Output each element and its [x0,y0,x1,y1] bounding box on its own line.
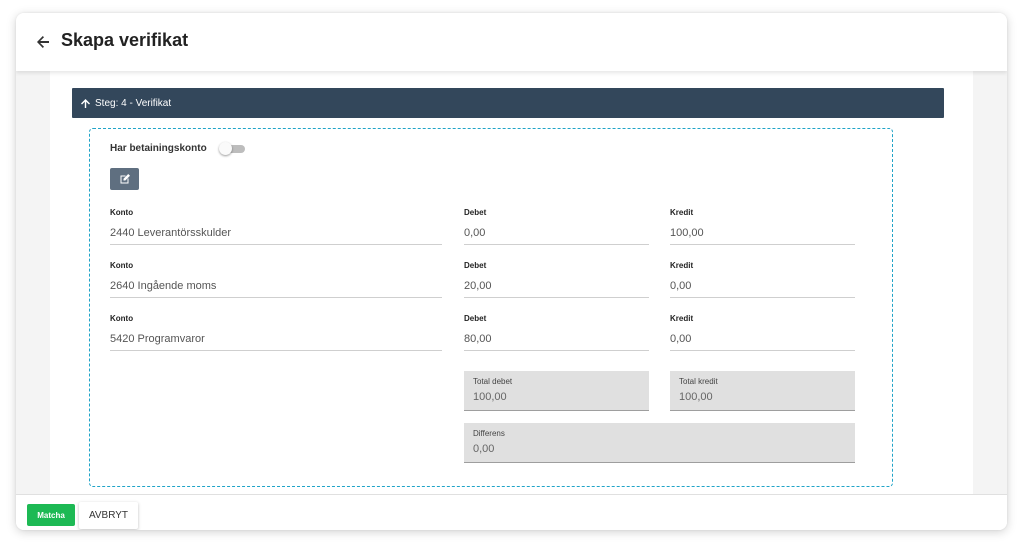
debit-value: 0,00 [464,225,649,245]
account-label: Konto [110,208,134,217]
difference-value: 0,00 [473,443,495,455]
match-button[interactable]: Matcha [27,504,75,526]
debit-field[interactable]: Debet 20,00 [464,261,649,298]
dialog-header: Skapa verifikat [16,13,1007,71]
total-debit-field: Total debet 100,00 [464,371,649,411]
credit-field[interactable]: Kredit 0,00 [670,261,855,298]
account-label: Konto [110,261,134,270]
account-value: 5420 Programvaror [110,331,442,351]
credit-field[interactable]: Kredit 100,00 [670,208,855,245]
step-label: Steg: 4 - Verifikat [95,97,172,109]
payment-account-toggle[interactable] [219,142,245,155]
toggle-knob [219,142,232,155]
debit-field[interactable]: Debet 0,00 [464,208,649,245]
account-label: Konto [110,314,134,323]
credit-value: 100,00 [670,225,855,245]
total-debit-label: Total debet [473,377,513,386]
payment-account-label: Har betainingskonto [110,143,207,154]
credit-label: Kredit [670,314,694,323]
total-credit-label: Total kredit [679,377,718,386]
step-header[interactable]: Steg: 4 - Verifikat [72,88,944,118]
credit-value: 0,00 [670,331,855,351]
account-field[interactable]: Konto 2440 Leverantörsskulder [110,208,442,245]
account-value: 2440 Leverantörsskulder [110,225,442,245]
edit-button[interactable] [110,168,139,190]
total-debit-value: 100,00 [473,391,507,403]
edit-icon [120,174,130,184]
total-credit-value: 100,00 [679,391,713,403]
debit-label: Debet [464,314,487,323]
credit-label: Kredit [670,208,694,217]
debit-value: 80,00 [464,331,649,351]
credit-value: 0,00 [670,278,855,298]
dialog-footer: Matcha AVBRYT [16,494,1007,530]
credit-label: Kredit [670,261,694,270]
total-credit-field: Total kredit 100,00 [670,371,855,411]
debit-label: Debet [464,208,487,217]
debit-field[interactable]: Debet 80,00 [464,314,649,351]
debit-value: 20,00 [464,278,649,298]
account-field[interactable]: Konto 2640 Ingående moms [110,261,442,298]
arrow-left-icon[interactable] [33,32,53,52]
cancel-button[interactable]: AVBRYT [79,502,138,529]
difference-label: Differens [473,429,505,438]
account-value: 2640 Ingående moms [110,278,442,298]
page-title: Skapa verifikat [61,30,189,50]
arrow-up-icon [80,98,91,109]
difference-field: Differens 0,00 [464,423,855,463]
account-field[interactable]: Konto 5420 Programvaror [110,314,442,351]
credit-field[interactable]: Kredit 0,00 [670,314,855,351]
debit-label: Debet [464,261,487,270]
